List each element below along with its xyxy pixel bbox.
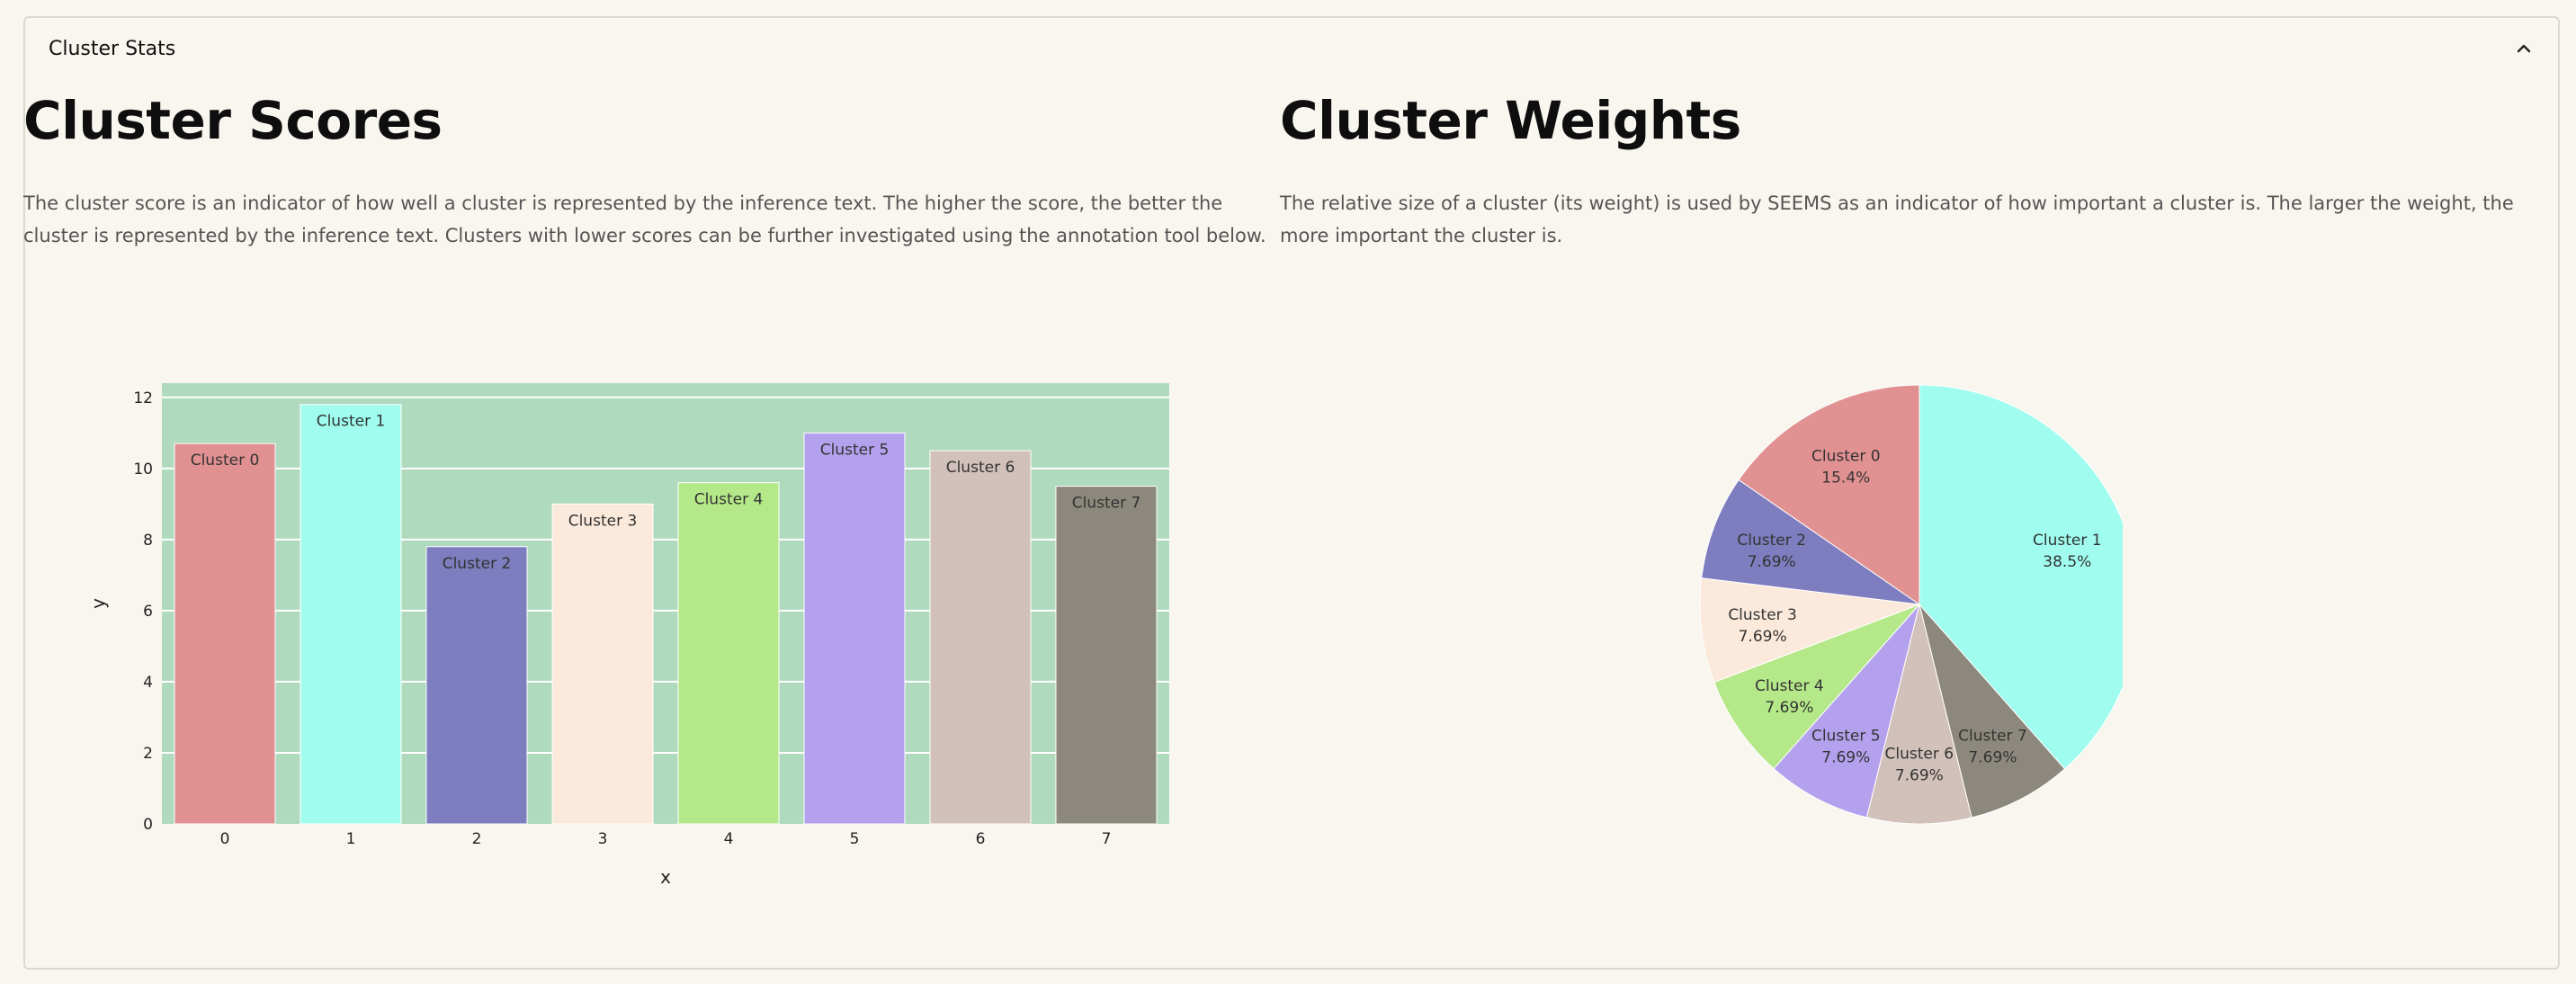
y-tick-label: 12 — [133, 389, 153, 407]
expander-header[interactable]: Cluster Stats — [25, 18, 2558, 85]
x-tick-label: 1 — [346, 830, 356, 848]
bar-cluster-0 — [174, 443, 276, 825]
cluster-scores-bar-chart: 0 2 4 6 8 10 12 Cluster 0 0 Cluster 1 1 Cluster 2 2 C… — [87, 383, 1169, 888]
y-tick-label: 10 — [133, 461, 153, 479]
cluster-weights-pie-chart: Cluster 1 38.5% Cluster 7 7.69% Cluster 6 7.6… — [1699, 384, 2123, 825]
pie-percent-label: 7.69% — [1739, 628, 1787, 646]
pie-percent-label: 7.69% — [1748, 553, 1796, 571]
pie-percent-label: 7.69% — [1968, 749, 2017, 767]
cluster-scores-heading: Cluster Scores — [23, 90, 443, 151]
x-tick-label: 5 — [850, 830, 860, 848]
pie-label: Cluster 1 — [2033, 532, 2102, 550]
y-axis-title: y — [87, 598, 109, 609]
pie-percent-label: 38.5% — [2043, 553, 2091, 571]
bar-label: Cluster 0 — [191, 452, 260, 470]
pie-label: Cluster 0 — [1811, 447, 1881, 465]
pie-label: Cluster 4 — [1755, 677, 1824, 695]
pie-percent-label: 7.69% — [1895, 767, 1944, 785]
bar-label: Cluster 3 — [568, 512, 638, 530]
cluster-weights-heading: Cluster Weights — [1280, 90, 1741, 151]
bar-cluster-1 — [300, 404, 402, 825]
y-tick-label: 8 — [143, 532, 153, 550]
expander-title: Cluster Stats — [49, 38, 176, 60]
pie-label: Cluster 2 — [1737, 532, 1806, 550]
bar-label: Cluster 1 — [317, 413, 386, 431]
bar-cluster-4 — [677, 482, 780, 825]
x-tick-label: 0 — [220, 830, 230, 848]
bar-cluster-5 — [803, 432, 906, 825]
bar-cluster-7 — [1055, 486, 1158, 825]
y-tick-label: 2 — [143, 745, 153, 763]
pie-label: Cluster 3 — [1728, 606, 1797, 624]
x-tick-label: 3 — [598, 830, 608, 848]
pie-percent-label: 7.69% — [1821, 749, 1870, 767]
x-tick-label: 4 — [724, 830, 734, 848]
cluster-scores-section: Cluster Scores The cluster score is an i… — [23, 90, 1266, 252]
x-tick-label: 7 — [1102, 830, 1112, 848]
chevron-up-icon[interactable] — [2513, 38, 2535, 59]
pie-percent-label: 15.4% — [1821, 469, 1870, 487]
pie-label: Cluster 5 — [1811, 728, 1881, 746]
cluster-weights-description: The relative size of a cluster (its weig… — [1280, 192, 2514, 246]
bar-label: Cluster 5 — [820, 441, 890, 459]
pie-percent-label: 7.69% — [1765, 699, 1813, 717]
x-tick-label: 6 — [976, 830, 986, 848]
y-tick-label: 6 — [143, 603, 153, 621]
cluster-weights-section: Cluster Weights The relative size of a c… — [1280, 90, 2521, 252]
bar-cluster-2 — [425, 546, 528, 825]
bar-label: Cluster 6 — [946, 459, 1015, 477]
x-axis-title: x — [660, 866, 671, 888]
cluster-scores-description: The cluster score is an indicator of how… — [23, 192, 1266, 246]
bar-cluster-6 — [929, 450, 1032, 825]
pie-label: Cluster 7 — [1958, 728, 2027, 746]
bar-label: Cluster 4 — [694, 491, 764, 509]
pie-label: Cluster 6 — [1885, 746, 1954, 764]
bar-label: Cluster 2 — [443, 555, 512, 573]
y-tick-label: 4 — [143, 674, 153, 692]
y-tick-label: 0 — [143, 816, 153, 834]
bar-cluster-3 — [551, 503, 654, 825]
x-tick-label: 2 — [472, 830, 482, 848]
bar-label: Cluster 7 — [1072, 495, 1141, 513]
